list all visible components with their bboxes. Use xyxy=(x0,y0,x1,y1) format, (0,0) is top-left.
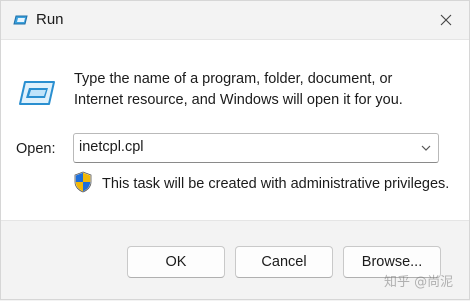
description-line-1: Type the name of a program, folder, docu… xyxy=(74,71,393,87)
close-icon xyxy=(440,14,452,26)
run-dialog-window: Run Type the name of a program, folder, … xyxy=(0,0,470,300)
open-input[interactable]: inetcpl.cpl xyxy=(79,139,143,155)
open-combobox[interactable]: inetcpl.cpl xyxy=(73,133,439,163)
run-icon xyxy=(19,81,55,105)
admin-privileges-note: This task will be created with administr… xyxy=(102,176,450,192)
title-bar[interactable]: Run xyxy=(1,1,469,39)
ok-button[interactable]: OK xyxy=(127,246,225,278)
run-app-icon xyxy=(13,15,28,25)
open-label: Open: xyxy=(16,141,56,157)
close-button[interactable] xyxy=(423,1,469,39)
chevron-down-icon[interactable] xyxy=(420,142,432,154)
description-line-2: Internet resource, and Windows will open… xyxy=(74,92,403,108)
watermark: 知乎 @尚泥 xyxy=(384,275,454,290)
uac-shield-icon xyxy=(74,171,92,193)
dialog-content: Type the name of a program, folder, docu… xyxy=(1,39,469,221)
window-title: Run xyxy=(36,11,64,28)
description-text: Type the name of a program, folder, docu… xyxy=(74,69,454,111)
cancel-button[interactable]: Cancel xyxy=(235,246,333,278)
